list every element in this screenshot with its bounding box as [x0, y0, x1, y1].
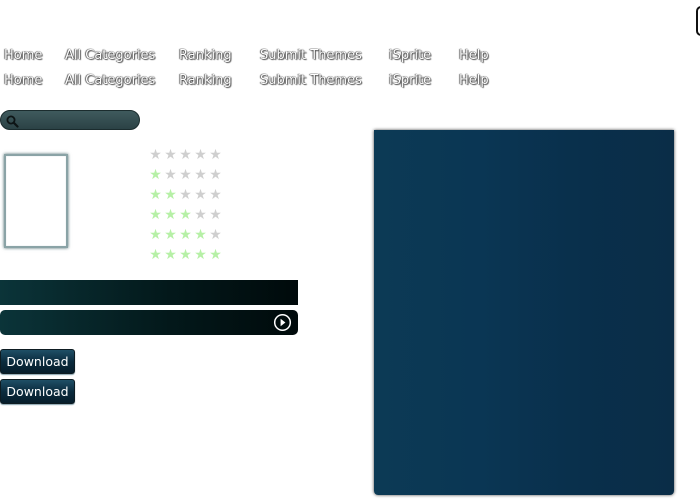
nav-item-submit-themes[interactable]: Submit Themes	[260, 48, 362, 63]
star-icon: ★	[194, 227, 207, 243]
star-icon: ★	[149, 207, 162, 223]
star-icon: ★	[149, 247, 162, 263]
rating-stars-sprite: ★ ★ ★ ★ ★ ★ ★ ★ ★ ★ ★ ★ ★ ★ ★ ★ ★ ★ ★ ★ ★ ★ ★ ★ ★ ★ ★ ★ ★ ★	[148, 147, 223, 267]
search-icon	[6, 113, 19, 132]
download-button[interactable]: Download	[0, 349, 75, 374]
theme-thumbnail[interactable]	[4, 154, 68, 248]
header-bar	[0, 280, 298, 305]
star-icon: ★	[179, 207, 192, 223]
star-icon: ★	[209, 167, 222, 183]
play-circle-icon[interactable]	[273, 313, 292, 336]
star-icon: ★	[194, 207, 207, 223]
rating-row: ★ ★ ★ ★ ★	[148, 207, 223, 227]
star-icon: ★	[179, 167, 192, 183]
search-input[interactable]	[23, 113, 133, 127]
star-icon: ★	[194, 167, 207, 183]
nav-item-ranking[interactable]: Ranking	[179, 48, 232, 63]
rating-row: ★ ★ ★ ★ ★	[148, 147, 223, 167]
star-icon: ★	[179, 247, 192, 263]
star-icon: ★	[149, 187, 162, 203]
nav-item-all-categories[interactable]: All Categories	[65, 48, 155, 63]
star-icon: ★	[209, 227, 222, 243]
rating-row: ★ ★ ★ ★ ★	[148, 247, 223, 267]
nav-item-ranking-hover[interactable]: Ranking	[179, 73, 232, 88]
nav-item-help[interactable]: Help	[459, 48, 489, 63]
star-icon: ★	[209, 147, 222, 163]
star-icon: ★	[164, 247, 177, 263]
content-panel	[374, 130, 674, 495]
star-icon: ★	[164, 207, 177, 223]
star-icon: ★	[179, 227, 192, 243]
nav-item-help-hover[interactable]: Help	[459, 73, 489, 88]
download-button-hover[interactable]: Download	[0, 379, 75, 404]
star-icon: ★	[164, 227, 177, 243]
top-nav: Home All Categories Ranking Submit Theme…	[0, 48, 520, 66]
preview-bar	[0, 310, 298, 335]
star-icon: ★	[209, 207, 222, 223]
star-icon: ★	[194, 187, 207, 203]
rating-row: ★ ★ ★ ★ ★	[148, 167, 223, 187]
rating-row: ★ ★ ★ ★ ★	[148, 187, 223, 207]
nav-item-isprite[interactable]: iSprite	[389, 48, 431, 63]
edge-decoration	[696, 6, 700, 36]
nav-item-home[interactable]: Home	[4, 48, 42, 63]
star-icon: ★	[149, 227, 162, 243]
star-icon: ★	[164, 187, 177, 203]
nav-item-all-categories-hover[interactable]: All Categories	[65, 73, 155, 88]
star-icon: ★	[194, 147, 207, 163]
star-icon: ★	[149, 147, 162, 163]
star-icon: ★	[209, 187, 222, 203]
star-icon: ★	[194, 247, 207, 263]
nav-item-submit-themes-hover[interactable]: Submit Themes	[260, 73, 362, 88]
star-icon: ★	[179, 147, 192, 163]
star-icon: ★	[164, 167, 177, 183]
star-icon: ★	[209, 247, 222, 263]
nav-item-home-hover[interactable]: Home	[4, 73, 42, 88]
nav-item-isprite-hover[interactable]: iSprite	[389, 73, 431, 88]
star-icon: ★	[164, 147, 177, 163]
top-nav-hover-state: Home All Categories Ranking Submit Theme…	[0, 73, 520, 91]
star-icon: ★	[179, 187, 192, 203]
rating-row: ★ ★ ★ ★ ★	[148, 227, 223, 247]
star-icon: ★	[149, 167, 162, 183]
search-box[interactable]	[0, 110, 140, 130]
